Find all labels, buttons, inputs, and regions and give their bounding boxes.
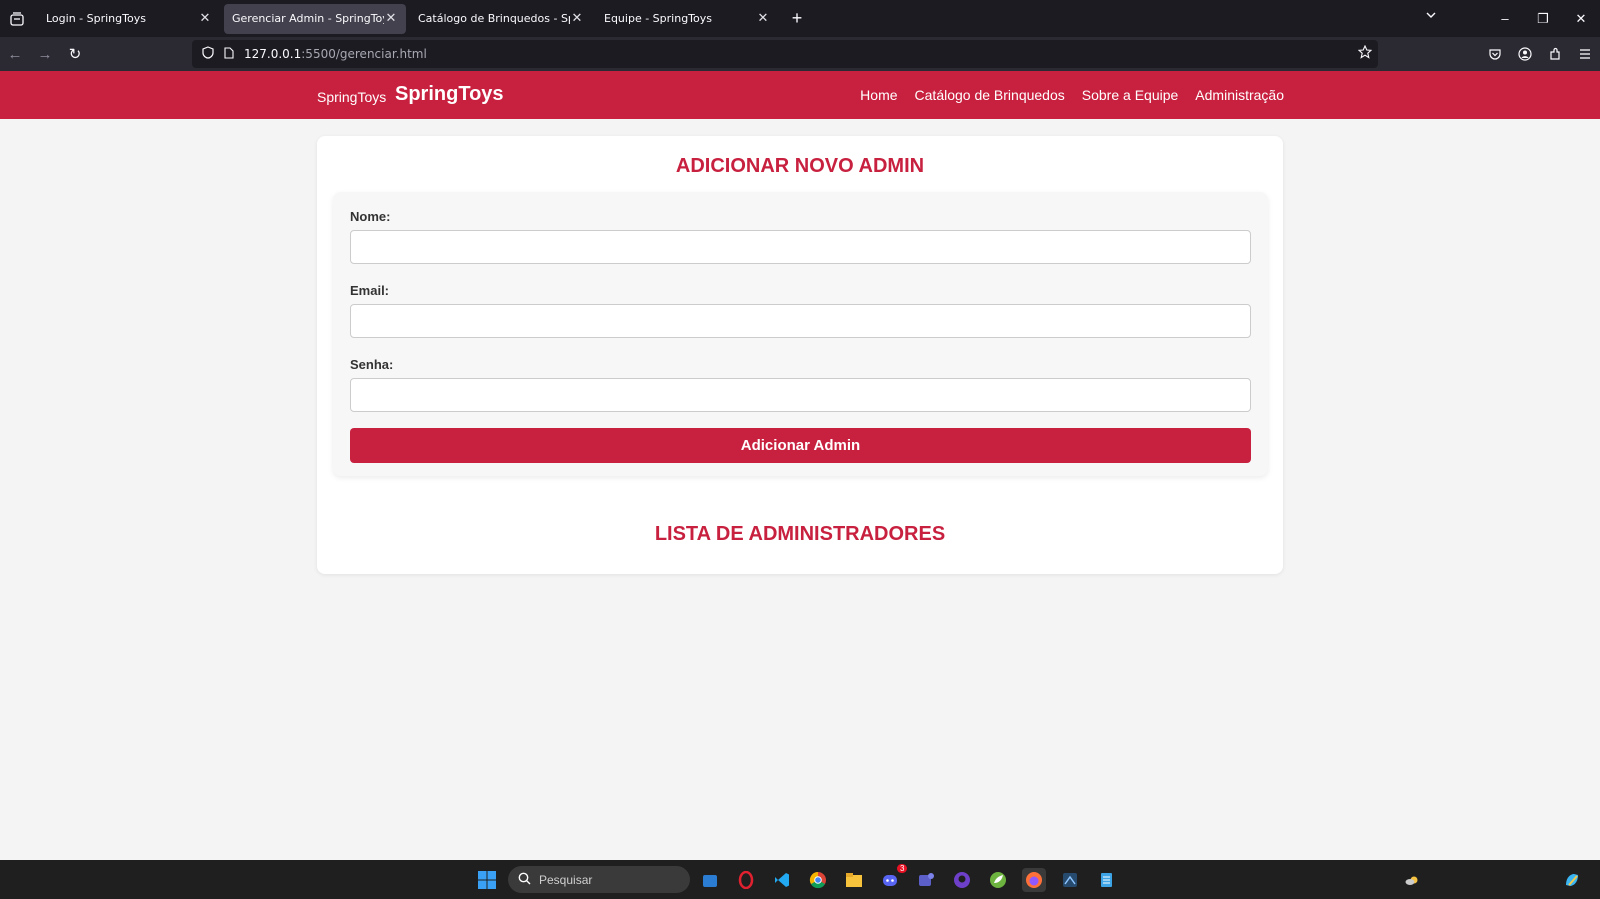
browser-tab-equipe[interactable]: Equipe - SpringToys ✕	[596, 4, 778, 34]
search-placeholder: Pesquisar	[539, 872, 593, 887]
spring-icon[interactable]	[986, 868, 1010, 892]
menu-icon[interactable]	[1570, 48, 1600, 60]
minimize-icon[interactable]: –	[1486, 11, 1524, 26]
password-label: Senha:	[350, 357, 394, 372]
store-icon[interactable]	[698, 868, 722, 892]
add-admin-button[interactable]: Adicionar Admin	[350, 428, 1251, 463]
password-input[interactable]	[350, 378, 1251, 412]
site-header: SpringToys SpringToys Home Catálogo de B…	[0, 71, 1600, 119]
weather-icon[interactable]	[1400, 868, 1424, 892]
shield-icon[interactable]	[202, 46, 214, 62]
nav-link-home[interactable]: Home	[860, 87, 897, 103]
window-controls: – ❐ ✕	[1486, 0, 1600, 37]
site-nav: Home Catálogo de Brinquedos Sobre a Equi…	[860, 87, 1284, 103]
teams-icon[interactable]	[914, 868, 938, 892]
windows-start-icon[interactable]	[475, 868, 499, 892]
bookmark-star-icon[interactable]	[1357, 44, 1373, 62]
nav-link-equipe[interactable]: Sobre a Equipe	[1082, 87, 1179, 103]
email-label: Email:	[350, 283, 390, 298]
close-icon[interactable]: ✕	[756, 11, 770, 26]
brand-title[interactable]: SpringToys	[395, 83, 504, 106]
page-icon	[224, 46, 234, 62]
taskbar-search[interactable]: Pesquisar	[508, 866, 690, 893]
tab-overview-icon[interactable]	[0, 0, 34, 37]
nav-link-catalogo[interactable]: Catálogo de Brinquedos	[915, 87, 1065, 103]
back-icon[interactable]: ←	[0, 39, 30, 69]
admin-list-title: LISTA DE ADMINISTRADORES	[654, 523, 946, 545]
new-tab-icon[interactable]: +	[782, 4, 812, 34]
add-admin-form: Nome: Email: Senha: Adicionar Admin	[333, 192, 1268, 476]
name-label: Nome:	[350, 209, 391, 224]
tab-title: Login - SpringToys	[46, 12, 146, 25]
email-input[interactable]	[350, 304, 1251, 338]
chrome-icon[interactable]	[806, 868, 830, 892]
browser-nav-bar: ← → ↻ 127.0.0.1:5500/gerenciar.html	[0, 37, 1600, 71]
reload-icon[interactable]: ↻	[60, 39, 90, 69]
notepad-icon[interactable]	[1094, 868, 1118, 892]
os-taskbar: Pesquisar 3	[0, 860, 1600, 899]
copilot-icon[interactable]	[1560, 868, 1584, 892]
close-icon[interactable]: ✕	[570, 11, 584, 26]
nav-link-administracao[interactable]: Administração	[1195, 87, 1284, 103]
close-icon[interactable]: ✕	[198, 11, 212, 26]
extensions-icon[interactable]	[1540, 47, 1570, 61]
browser-tab-gerenciar[interactable]: Gerenciar Admin - SpringToys ✕	[224, 3, 406, 34]
tab-title: Equipe - SpringToys	[604, 12, 712, 25]
page-content: SpringToys SpringToys Home Catálogo de B…	[0, 71, 1600, 860]
browser-tab-login[interactable]: Login - SpringToys ✕	[38, 4, 220, 34]
firefox-icon[interactable]	[1022, 868, 1046, 892]
close-icon[interactable]: ✕	[384, 11, 398, 26]
name-input[interactable]	[350, 230, 1251, 264]
tab-title: Gerenciar Admin - SpringToys	[232, 12, 384, 25]
browser-toolbar-right	[1480, 40, 1600, 68]
discord-badge: 3	[897, 864, 908, 873]
file-explorer-icon[interactable]	[842, 868, 866, 892]
account-icon[interactable]	[1510, 47, 1540, 61]
chevron-down-icon[interactable]	[1425, 9, 1437, 24]
browser-tab-catalogo[interactable]: Catálogo de Brinquedos - SpringToys ✕	[410, 4, 592, 34]
url-path: :5500/gerenciar.html	[301, 47, 427, 61]
pocket-icon[interactable]	[1480, 47, 1510, 61]
opera-icon[interactable]	[734, 868, 758, 892]
search-icon	[518, 872, 531, 888]
add-admin-title: ADICIONAR NOVO ADMIN	[675, 155, 925, 177]
forward-icon[interactable]: →	[30, 39, 60, 69]
close-window-icon[interactable]: ✕	[1562, 11, 1600, 27]
github-icon[interactable]	[950, 868, 974, 892]
browser-tab-bar: Login - SpringToys ✕ Gerenciar Admin - S…	[0, 0, 1600, 37]
url-host: 127.0.0.1	[244, 47, 302, 61]
restore-icon[interactable]: ❐	[1524, 11, 1562, 27]
admin-panel: ADICIONAR NOVO ADMIN Nome: Email: Senha:…	[317, 136, 1283, 574]
tab-title: Catálogo de Brinquedos - SpringToys	[418, 12, 570, 25]
sql-tool-icon[interactable]	[1058, 868, 1082, 892]
url-bar[interactable]: 127.0.0.1:5500/gerenciar.html	[192, 40, 1378, 68]
brand-logo-text[interactable]: SpringToys	[317, 89, 386, 105]
vscode-icon[interactable]	[770, 868, 794, 892]
